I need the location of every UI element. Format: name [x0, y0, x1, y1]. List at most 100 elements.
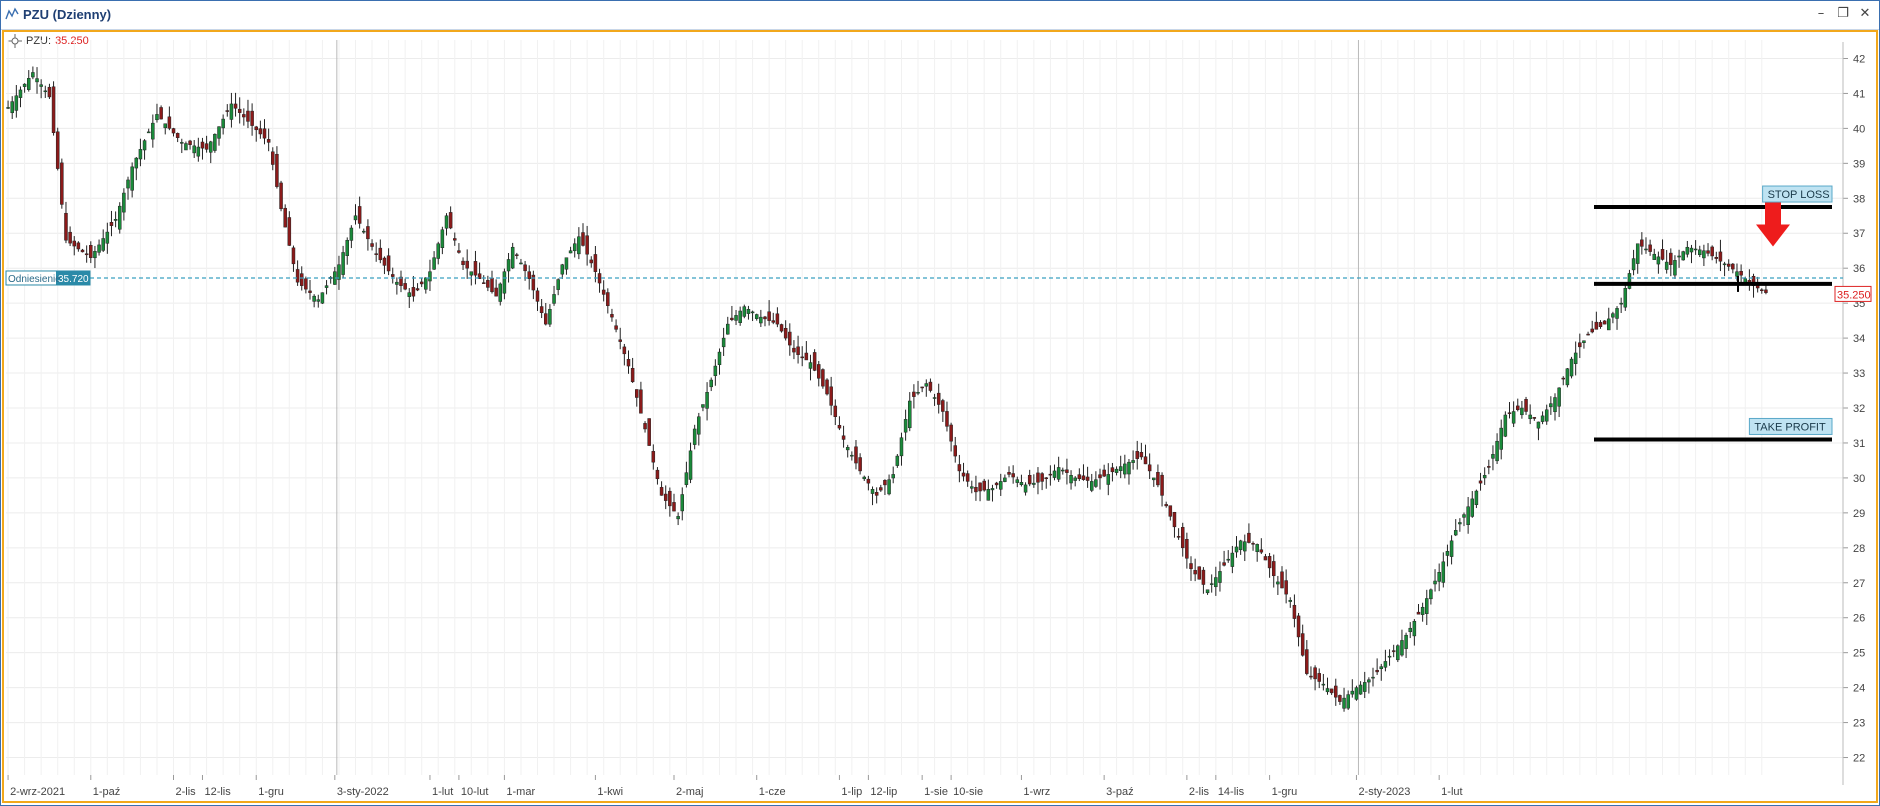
- y-tick-label: 34: [1853, 333, 1865, 345]
- candlestick-chart[interactable]: 2223242526272829303132333435363738394041…: [0, 0, 1880, 806]
- candle-body: [862, 476, 867, 480]
- candle-body: [26, 78, 31, 90]
- candle-body: [134, 157, 139, 169]
- candle-body: [109, 222, 114, 226]
- candle-body: [899, 437, 904, 457]
- candle-body: [444, 215, 449, 229]
- candle-body: [1094, 479, 1098, 487]
- candle-body: [395, 281, 399, 285]
- candle-body: [117, 205, 122, 230]
- candle-body: [672, 502, 676, 512]
- candle-body: [659, 487, 664, 496]
- candle-body: [1710, 246, 1714, 257]
- candle-body: [792, 347, 796, 353]
- candle-body: [357, 206, 362, 224]
- candle-body: [1280, 571, 1284, 589]
- candle-body: [411, 287, 416, 297]
- candle-body: [1524, 399, 1528, 412]
- candle-body: [879, 487, 883, 491]
- candle-body: [796, 346, 800, 355]
- candle-body: [1726, 263, 1731, 267]
- candle-body: [1416, 611, 1421, 615]
- candle-body: [1168, 505, 1173, 517]
- candle-body: [606, 292, 610, 307]
- candle-body: [1453, 530, 1458, 536]
- candle-body: [577, 236, 581, 255]
- candle-body: [1375, 669, 1379, 673]
- candle-body: [1048, 473, 1053, 476]
- x-tick-label: 1-lut: [432, 786, 453, 798]
- candle-body: [304, 278, 308, 290]
- candle-body: [630, 367, 635, 383]
- candle-body: [510, 246, 515, 269]
- candle-body: [622, 346, 627, 355]
- candle-body: [552, 294, 556, 304]
- candle-body: [1478, 480, 1483, 484]
- candle-body: [1396, 645, 1400, 661]
- candle-body: [1648, 244, 1652, 252]
- candle-body: [1069, 475, 1073, 484]
- y-tick-label: 36: [1853, 263, 1865, 275]
- candle-body: [283, 207, 287, 228]
- candle-body: [1160, 474, 1164, 496]
- candle-body: [1065, 469, 1069, 473]
- candle-body: [601, 289, 606, 295]
- x-tick-label: 1-cze: [759, 786, 786, 798]
- candle-body: [1139, 452, 1144, 458]
- candle-body: [279, 182, 283, 210]
- candle-body: [928, 381, 933, 391]
- candle-body: [213, 133, 217, 151]
- candle-body: [1123, 463, 1127, 475]
- candle-body: [961, 472, 966, 477]
- candle-body: [1458, 522, 1462, 525]
- x-tick-label: 10-lut: [461, 786, 489, 798]
- candle-body: [175, 133, 180, 138]
- candle-body: [970, 486, 974, 489]
- candle-body: [39, 84, 43, 87]
- candle-body: [35, 78, 39, 83]
- x-tick-label: 2-maj: [676, 786, 704, 798]
- candle-body: [920, 386, 924, 389]
- candle-body: [998, 481, 1003, 490]
- candle-body: [1652, 253, 1657, 260]
- candle-body: [1408, 627, 1412, 633]
- candle-body: [113, 219, 118, 221]
- candle-body: [208, 141, 213, 153]
- candle-body: [825, 379, 829, 395]
- candle-body: [936, 392, 941, 405]
- candle-body: [60, 162, 64, 205]
- candle-body: [986, 489, 991, 501]
- candle-body: [1383, 661, 1388, 668]
- candle-body: [1698, 249, 1702, 255]
- candle-body: [1437, 572, 1441, 582]
- candle-body: [1528, 414, 1532, 420]
- candle-body: [1569, 358, 1574, 377]
- candle-body: [299, 273, 304, 286]
- candle-body: [440, 229, 445, 248]
- candle-body: [709, 379, 713, 388]
- candle-body: [490, 277, 494, 293]
- candle-body: [345, 239, 349, 256]
- candle-body: [1350, 690, 1355, 695]
- candle-body: [1412, 620, 1417, 637]
- candle-body: [1338, 695, 1342, 702]
- candle-body: [1536, 421, 1541, 429]
- candle-body: [320, 292, 325, 304]
- candle-body: [1127, 461, 1131, 475]
- candle-body: [1036, 472, 1040, 483]
- candle-body: [829, 386, 833, 406]
- candle-body: [1747, 280, 1752, 283]
- candle-body: [1557, 387, 1561, 407]
- candle-body: [548, 309, 552, 325]
- candle-body: [1056, 467, 1061, 480]
- candle-body: [142, 140, 147, 151]
- candle-body: [362, 230, 366, 233]
- candle-body: [1441, 561, 1446, 583]
- candle-body: [506, 259, 511, 272]
- candle-body: [1015, 479, 1020, 483]
- candle-body: [1425, 598, 1429, 614]
- candle-body: [146, 131, 151, 134]
- candle-body: [502, 271, 507, 294]
- candle-body: [1693, 248, 1698, 251]
- candle-body: [196, 146, 201, 157]
